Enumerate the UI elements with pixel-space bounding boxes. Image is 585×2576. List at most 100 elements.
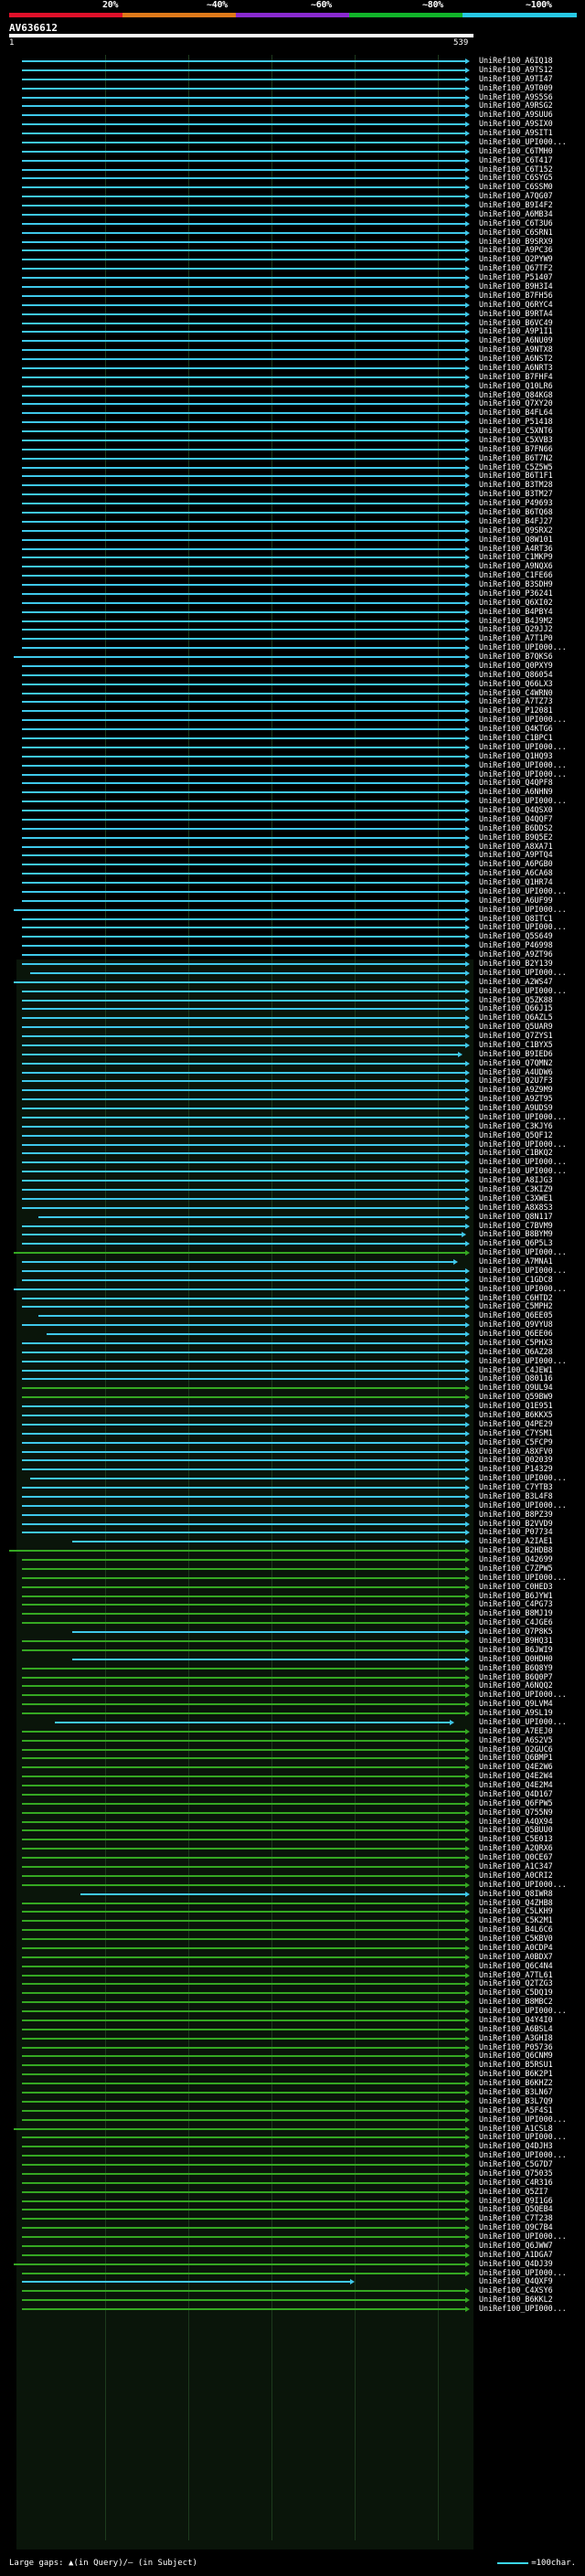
hit-label[interactable]: UniRef100_A9RSG2 <box>479 101 553 110</box>
hit-bar[interactable] <box>22 448 466 451</box>
hit-label[interactable]: UniRef100_UPI000... <box>479 886 567 896</box>
hit-label[interactable]: UniRef100_C7YSM1 <box>479 1428 553 1437</box>
hit-bar[interactable] <box>22 673 466 676</box>
hit-label[interactable]: UniRef100_C6SYG5 <box>479 174 553 182</box>
hit-label[interactable]: UniRef100_UPI000... <box>479 769 567 779</box>
hit-bar[interactable] <box>22 1351 466 1353</box>
hit-label[interactable]: UniRef100_P07734 <box>479 1528 553 1536</box>
hit-label[interactable]: UniRef100_Q755N9 <box>479 1807 553 1817</box>
hit-bar[interactable] <box>22 584 466 587</box>
hit-label[interactable]: UniRef100_B9IED6 <box>479 1049 553 1058</box>
hit-bar[interactable] <box>22 629 466 631</box>
hit-label[interactable]: UniRef100_B6JWI9 <box>479 1645 553 1654</box>
hit-bar[interactable] <box>22 412 466 415</box>
hit-bar[interactable] <box>22 1108 466 1110</box>
hit-label[interactable]: UniRef100_UPI000... <box>479 1140 567 1149</box>
hit-label[interactable]: UniRef100_Q7P8K5 <box>479 1627 553 1636</box>
hit-label[interactable]: UniRef100_Q29JJ2 <box>479 625 553 633</box>
hit-bar[interactable] <box>22 105 466 108</box>
hit-label[interactable]: UniRef100_C3XWE1 <box>479 1193 553 1203</box>
hit-bar[interactable] <box>22 1116 466 1118</box>
hit-bar[interactable] <box>22 845 466 848</box>
hit-label[interactable]: UniRef100_A9SIT1 <box>479 129 553 137</box>
hit-bar[interactable] <box>22 1008 466 1011</box>
hit-bar[interactable] <box>22 2010 466 2013</box>
hit-bar[interactable] <box>22 177 466 180</box>
hit-bar[interactable] <box>71 1658 466 1660</box>
hit-label[interactable]: UniRef100_A7QG07 <box>479 192 553 200</box>
hit-bar[interactable] <box>22 168 466 171</box>
hit-bar[interactable] <box>22 2164 466 2167</box>
hit-label[interactable]: UniRef100_UPI000... <box>479 742 567 751</box>
hit-bar[interactable] <box>22 1992 466 1995</box>
hit-label[interactable]: UniRef100_Q5ZI7 <box>479 2187 548 2196</box>
hit-bar[interactable] <box>22 1848 466 1850</box>
hit-bar[interactable] <box>13 656 466 659</box>
hit-bar[interactable] <box>22 963 466 965</box>
hit-bar[interactable] <box>22 1261 455 1264</box>
hit-label[interactable]: UniRef100_Q9VYU8 <box>479 1320 553 1329</box>
hit-bar[interactable] <box>22 1676 466 1679</box>
hit-bar[interactable] <box>22 1378 466 1381</box>
hit-bar[interactable] <box>22 882 466 885</box>
hit-label[interactable]: UniRef100_A2QRX6 <box>479 1844 553 1852</box>
hit-bar[interactable] <box>22 2019 466 2021</box>
hit-bar[interactable] <box>22 1667 466 1670</box>
hit-label[interactable]: UniRef100_Q6C4N4 <box>479 1961 553 1970</box>
hit-label[interactable]: UniRef100_Q80116 <box>479 1374 553 1383</box>
hit-bar[interactable] <box>22 1811 466 1814</box>
hit-label[interactable]: UniRef100_B3SDH9 <box>479 580 553 588</box>
hit-label[interactable]: UniRef100_Q7ZYS1 <box>479 1032 553 1040</box>
hit-bar[interactable] <box>22 1197 466 1200</box>
hit-label[interactable]: UniRef100_Q02039 <box>479 1456 553 1464</box>
hit-label[interactable]: UniRef100_A6NQQ2 <box>479 1681 553 1690</box>
hit-bar[interactable] <box>22 2244 466 2247</box>
hit-bar[interactable] <box>22 557 466 559</box>
hit-label[interactable]: UniRef100_C7T238 <box>479 2214 553 2222</box>
hit-bar[interactable] <box>22 2218 466 2221</box>
hit-label[interactable]: UniRef100_C5PHX3 <box>479 1338 553 1347</box>
hit-label[interactable]: UniRef100_C5XNT6 <box>479 427 553 435</box>
hit-bar[interactable] <box>22 123 466 126</box>
hit-bar[interactable] <box>22 945 466 948</box>
hit-bar[interactable] <box>22 683 466 685</box>
hit-label[interactable]: UniRef100_A6S2V5 <box>479 1735 553 1744</box>
hit-bar[interactable] <box>22 1053 459 1055</box>
hit-label[interactable]: UniRef100_A6IQ18 <box>479 57 553 65</box>
hit-bar[interactable] <box>22 1017 466 1020</box>
hit-label[interactable]: UniRef100_B6KKX5 <box>479 1411 553 1419</box>
hit-label[interactable]: UniRef100_B2VVD9 <box>479 1519 553 1528</box>
hit-bar[interactable] <box>22 610 466 613</box>
hit-label[interactable]: UniRef100_B8BYM9 <box>479 1230 553 1238</box>
hit-label[interactable]: UniRef100_Q6AZL5 <box>479 1013 553 1022</box>
hit-bar[interactable] <box>22 1874 466 1877</box>
hit-label[interactable]: UniRef100_B9SRX9 <box>479 237 553 246</box>
hit-label[interactable]: UniRef100_C1MKP9 <box>479 553 553 561</box>
hit-bar[interactable] <box>22 1044 466 1046</box>
hit-bar[interactable] <box>22 1776 466 1778</box>
hit-label[interactable]: UniRef100_A4RT36 <box>479 544 553 553</box>
hit-bar[interactable] <box>22 1883 466 1886</box>
hit-bar[interactable] <box>22 2281 351 2284</box>
hit-bar[interactable] <box>22 566 466 568</box>
hit-bar[interactable] <box>22 2092 466 2094</box>
hit-bar[interactable] <box>22 827 466 830</box>
hit-bar[interactable] <box>22 1234 463 1236</box>
hit-bar[interactable] <box>22 277 466 280</box>
hit-label[interactable]: UniRef100_Q1HR74 <box>479 878 553 886</box>
hit-bar[interactable] <box>55 1721 451 1723</box>
hit-label[interactable]: UniRef100_UPI000... <box>479 1158 567 1166</box>
hit-label[interactable]: UniRef100_B6JYW1 <box>479 1591 553 1600</box>
hit-bar[interactable] <box>22 457 466 460</box>
hit-bar[interactable] <box>22 2308 466 2311</box>
hit-label[interactable]: UniRef100_UPI000... <box>479 2305 567 2313</box>
hit-bar[interactable] <box>22 1152 466 1155</box>
hit-label[interactable]: UniRef100_B7QKS6 <box>479 652 553 661</box>
hit-label[interactable]: UniRef100_B4J9M2 <box>479 616 553 625</box>
hit-label[interactable]: UniRef100_A7TL61 <box>479 1970 553 1979</box>
hit-label[interactable]: UniRef100_A2IAE1 <box>479 1537 553 1545</box>
hit-bar[interactable] <box>22 520 466 523</box>
hit-label[interactable]: UniRef100_P36241 <box>479 588 553 598</box>
hit-label[interactable]: UniRef100_B3L4F8 <box>479 1491 553 1500</box>
hit-label[interactable]: UniRef100_A0CDP4 <box>479 1943 553 1952</box>
